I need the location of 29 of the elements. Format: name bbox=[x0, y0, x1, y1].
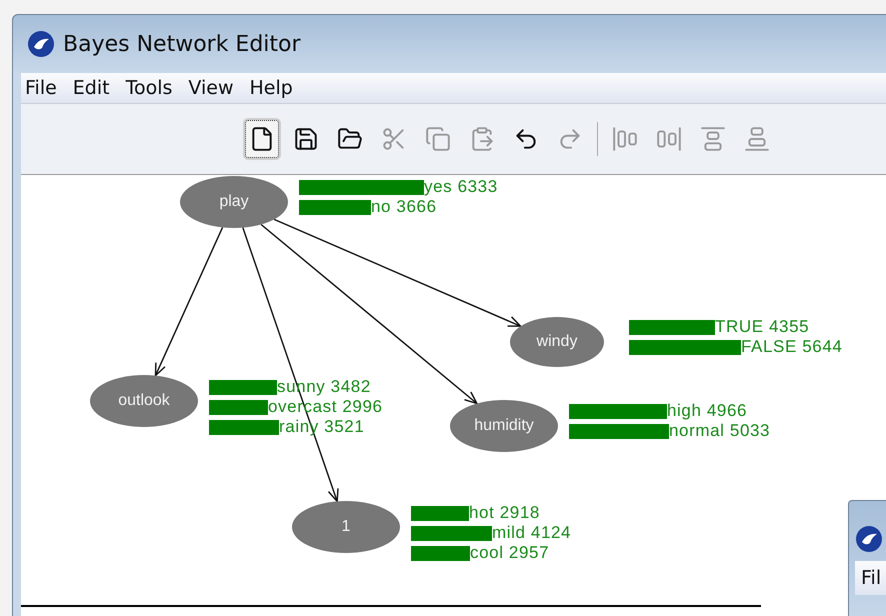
probability-bar bbox=[411, 506, 469, 520]
network-node[interactable]: outlook bbox=[90, 375, 198, 427]
network-node[interactable]: windy bbox=[510, 317, 604, 367]
network-node[interactable]: play bbox=[180, 176, 288, 228]
probability-bar bbox=[299, 200, 371, 214]
window-title: Bayes Network Editor bbox=[63, 32, 301, 56]
menu-item[interactable]: Edit bbox=[72, 77, 110, 99]
menu-item[interactable]: Tools bbox=[126, 77, 172, 99]
app-logo-icon bbox=[855, 525, 883, 553]
new-file-button[interactable] bbox=[245, 120, 279, 158]
menu-item[interactable]: Help bbox=[250, 77, 293, 99]
state-label: FALSE 5644 bbox=[741, 339, 842, 355]
state-label: TRUE 4355 bbox=[715, 319, 810, 335]
menu-item[interactable]: File bbox=[25, 77, 57, 99]
state-label: hot 2918 bbox=[469, 505, 540, 521]
state-label: high 4966 bbox=[667, 403, 748, 419]
probability-bar bbox=[209, 380, 277, 394]
probability-bar bbox=[411, 546, 470, 560]
probability-bar bbox=[209, 420, 279, 434]
network-node[interactable]: 1 bbox=[292, 501, 400, 553]
state-label: normal 5033 bbox=[669, 423, 770, 439]
state-label: no 3666 bbox=[371, 199, 437, 215]
state-label: mild 4124 bbox=[492, 525, 572, 541]
app-logo-icon bbox=[27, 30, 55, 58]
menu-item[interactable]: View bbox=[188, 77, 234, 99]
state-label: yes 6333 bbox=[424, 179, 498, 195]
network-node[interactable]: humidity bbox=[450, 400, 558, 452]
probability-bar bbox=[209, 400, 268, 414]
state-label: cool 2957 bbox=[470, 545, 550, 561]
